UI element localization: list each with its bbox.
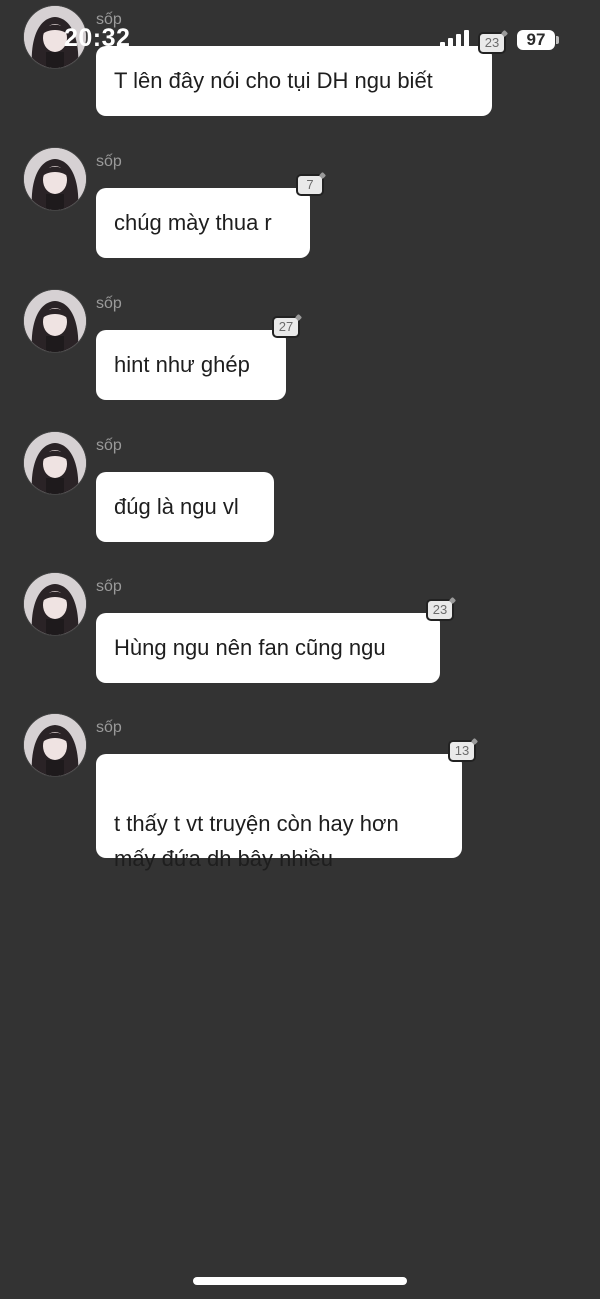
avatar-icon[interactable]: [24, 573, 86, 635]
message-bubble[interactable]: Hùng ngu nên fan cũng ngu 23: [96, 599, 454, 683]
avatar-icon[interactable]: [24, 432, 86, 494]
message-bubble[interactable]: t thấy t vt truyện còn hay hơn mấy đứa d…: [96, 740, 476, 871]
sender-name: sốp: [96, 437, 122, 454]
reply-count-badge[interactable]: 13: [448, 740, 476, 762]
message-bubble[interactable]: chúg mày thua r 7: [96, 174, 324, 258]
avatar-icon[interactable]: [24, 6, 86, 68]
avatar-icon[interactable]: [24, 714, 86, 776]
message-bubble[interactable]: T lên đây nói cho tụi DH ngu biết 23: [96, 32, 506, 116]
home-indicator[interactable]: [193, 1277, 407, 1285]
reply-count-badge[interactable]: 23: [426, 599, 454, 621]
sender-name: sốp: [96, 719, 122, 736]
sender-name: sốp: [96, 153, 122, 170]
message-text: T lên đây nói cho tụi DH ngu biết: [114, 68, 433, 93]
message-text: đúg là ngu vl: [114, 494, 239, 519]
message-text: t thấy t vt truyện còn hay hơn mấy đứa d…: [114, 811, 399, 871]
battery-icon: 97: [517, 30, 559, 50]
message-text: Hùng ngu nên fan cũng ngu: [114, 635, 386, 660]
avatar-icon[interactable]: [24, 290, 86, 352]
message-text: hint như ghép: [114, 352, 250, 377]
avatar-icon[interactable]: [24, 148, 86, 210]
sender-name: sốp: [96, 578, 122, 595]
sender-name: sốp: [96, 11, 122, 28]
message-text: chúg mày thua r: [114, 210, 272, 235]
reply-count-badge[interactable]: 27: [272, 316, 300, 338]
message-bubble[interactable]: đúg là ngu vl: [96, 472, 274, 542]
message-bubble[interactable]: hint như ghép 27: [96, 316, 300, 400]
sender-name: sốp: [96, 295, 122, 312]
reply-count-badge[interactable]: 7: [296, 174, 324, 196]
reply-count-badge[interactable]: 23: [478, 32, 506, 54]
